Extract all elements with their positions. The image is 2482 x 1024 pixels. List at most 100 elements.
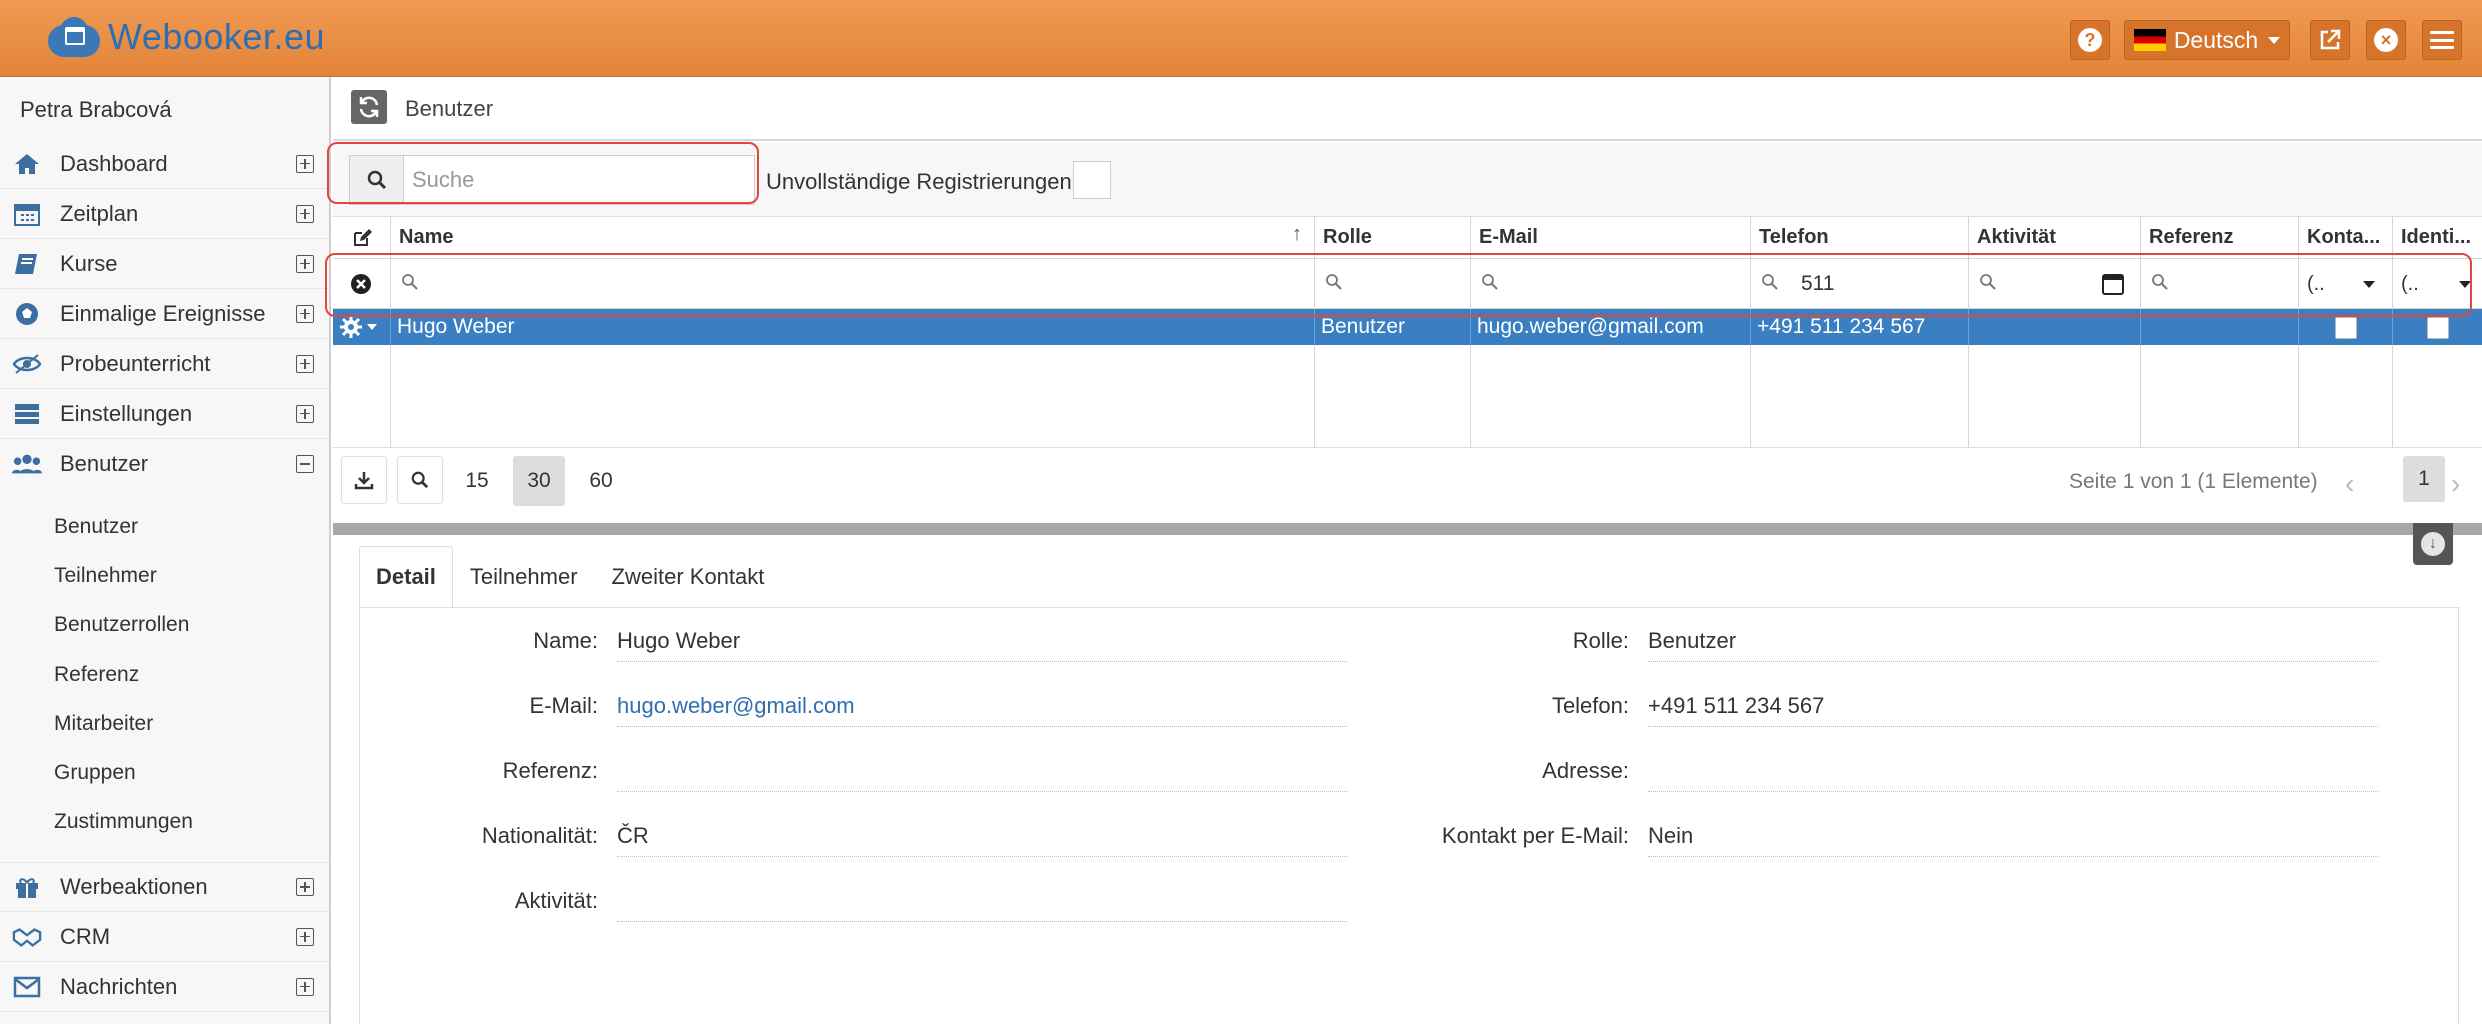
filter-identitaet-value: (.. bbox=[2401, 273, 2419, 295]
cell-name: Hugo Weber bbox=[391, 309, 1315, 345]
label-nationalitaet: Nationalität: bbox=[481, 823, 598, 848]
logo-text: Webooker.eu bbox=[108, 16, 325, 57]
refresh-button[interactable] bbox=[351, 90, 387, 124]
expand-icon[interactable] bbox=[296, 404, 314, 423]
sidebar-item-einstellungen[interactable]: Einstellungen bbox=[0, 389, 329, 439]
sidebar-item-benutzer[interactable]: Benutzer bbox=[0, 439, 329, 489]
sidebar-subitem-gruppen[interactable]: Gruppen bbox=[54, 761, 136, 785]
row-actions-menu[interactable] bbox=[333, 309, 391, 345]
search-icon bbox=[367, 170, 386, 190]
sidebar-item-nachrichten[interactable]: Nachrichten bbox=[0, 962, 329, 1012]
column-header-rolle[interactable]: Rolle bbox=[1315, 217, 1471, 259]
column-label: Rolle bbox=[1323, 226, 1372, 248]
cell-identitaet bbox=[2393, 309, 2482, 345]
clear-filter-icon[interactable] bbox=[349, 272, 373, 296]
expand-icon[interactable] bbox=[296, 304, 314, 323]
logo[interactable]: Webooker.eu bbox=[48, 16, 325, 58]
filter-email[interactable] bbox=[1471, 259, 1751, 309]
page-size-60[interactable]: 60 bbox=[575, 456, 627, 506]
sidebar-subitem-referenz[interactable]: Referenz bbox=[54, 663, 139, 687]
filter-referenz[interactable] bbox=[2141, 259, 2299, 309]
sidebar-subitem-benutzer[interactable]: Benutzer bbox=[54, 515, 138, 539]
tab-zweiter-kontakt[interactable]: Zweiter Kontakt bbox=[595, 546, 782, 608]
tab-teilnehmer[interactable]: Teilnehmer bbox=[453, 546, 595, 608]
column-header-name[interactable]: Name ↑ bbox=[391, 217, 1315, 259]
expand-icon[interactable] bbox=[296, 154, 314, 173]
sidebar-item-einmalige-ereignisse[interactable]: Einmalige Ereignisse bbox=[0, 289, 329, 339]
sidebar-subitem-mitarbeiter[interactable]: Mitarbeiter bbox=[54, 712, 153, 736]
help-button[interactable]: ? bbox=[2070, 20, 2110, 60]
table-row[interactable]: Hugo Weber Benutzer hugo.weber@gmail.com… bbox=[333, 309, 2482, 345]
expand-icon[interactable] bbox=[296, 204, 314, 223]
language-dropdown[interactable]: Deutsch bbox=[2124, 20, 2290, 60]
users-icon bbox=[12, 451, 42, 477]
grid-empty-area bbox=[391, 345, 1315, 447]
collapse-detail-button[interactable]: ↓ bbox=[2413, 523, 2453, 565]
clear-filter-cell bbox=[333, 259, 391, 309]
cloud-calendar-icon bbox=[48, 17, 100, 57]
sidebar-subitem-teilnehmer[interactable]: Teilnehmer bbox=[54, 564, 157, 588]
current-page[interactable]: 1 bbox=[2403, 456, 2445, 502]
value-email-link[interactable]: hugo.weber@gmail.com bbox=[617, 693, 1347, 727]
search-panel-button[interactable] bbox=[397, 456, 443, 504]
expand-icon[interactable] bbox=[296, 254, 314, 273]
envelope-icon bbox=[12, 974, 42, 1000]
sidebar-item-label: Benutzer bbox=[60, 451, 149, 476]
column-header-identitaet[interactable]: Identi... bbox=[2393, 217, 2482, 259]
expand-icon[interactable] bbox=[296, 354, 314, 373]
sidebar-item-crm[interactable]: CRM bbox=[0, 912, 329, 962]
column-label: Telefon bbox=[1759, 226, 1829, 248]
sidebar-item-kurse[interactable]: Kurse bbox=[0, 239, 329, 289]
filter-search-icon bbox=[1326, 274, 1342, 290]
column-header-telefon[interactable]: Telefon bbox=[1751, 217, 1969, 259]
sort-ascending-icon: ↑ bbox=[1292, 223, 1302, 245]
column-header-referenz[interactable]: Referenz bbox=[2141, 217, 2299, 259]
sidebar-item-dashboard[interactable]: Dashboard bbox=[0, 139, 329, 189]
value-kontakt-per-email: Nein bbox=[1648, 823, 2378, 857]
chevron-left-icon[interactable]: ‹ bbox=[2345, 468, 2354, 500]
kontakt-checkbox[interactable] bbox=[2335, 317, 2357, 339]
expand-icon[interactable] bbox=[296, 977, 314, 996]
menu-button[interactable] bbox=[2422, 20, 2462, 60]
collapse-icon[interactable] bbox=[296, 455, 314, 473]
column-header-aktivitaet[interactable]: Aktivität bbox=[1969, 217, 2141, 259]
search-input[interactable] bbox=[406, 156, 736, 204]
tab-detail[interactable]: Detail bbox=[359, 546, 453, 608]
filter-aktivitaet[interactable] bbox=[1969, 259, 2141, 309]
cell-rolle: Benutzer bbox=[1315, 309, 1471, 345]
export-button[interactable] bbox=[341, 456, 387, 504]
value-referenz bbox=[617, 758, 1347, 792]
filter-rolle[interactable] bbox=[1315, 259, 1471, 309]
calendar-icon[interactable] bbox=[2101, 272, 2125, 296]
label-email: E-Mail: bbox=[529, 693, 598, 718]
sidebar-subitem-zustimmungen[interactable]: Zustimmungen bbox=[54, 810, 193, 834]
splitter[interactable] bbox=[333, 523, 2482, 535]
column-header-email[interactable]: E-Mail bbox=[1471, 217, 1751, 259]
chevron-right-icon[interactable]: › bbox=[2451, 468, 2460, 500]
sidebar-subitem-benutzerrollen[interactable]: Benutzerrollen bbox=[54, 613, 189, 637]
value-rolle: Benutzer bbox=[1648, 628, 2378, 662]
page-size-15[interactable]: 15 bbox=[451, 456, 503, 506]
search-button[interactable] bbox=[350, 156, 404, 204]
incomplete-registrations-checkbox[interactable] bbox=[1073, 161, 1111, 199]
column-header-kontakt[interactable]: Konta... bbox=[2299, 217, 2393, 259]
expand-icon[interactable] bbox=[296, 878, 314, 896]
caret-down-icon bbox=[367, 324, 377, 330]
filter-name[interactable] bbox=[391, 259, 1315, 309]
filter-kontakt-dropdown[interactable]: (.. bbox=[2299, 259, 2393, 309]
filter-kontakt-value: (.. bbox=[2307, 273, 2325, 295]
sidebar-item-werbeaktionen[interactable]: Werbeaktionen bbox=[0, 862, 329, 912]
language-label: Deutsch bbox=[2173, 26, 2259, 53]
page-info: Seite 1 von 1 (1 Elemente) bbox=[2069, 470, 2318, 493]
identitaet-checkbox[interactable] bbox=[2427, 317, 2449, 339]
sidebar-item-probeunterricht[interactable]: Probeunterricht bbox=[0, 339, 329, 389]
filter-identitaet-dropdown[interactable]: (.. bbox=[2393, 259, 2482, 309]
sidebar-item-zeitplan[interactable]: Zeitplan bbox=[0, 189, 329, 239]
close-session-button[interactable]: × bbox=[2366, 20, 2406, 60]
label-adresse: Adresse: bbox=[1542, 758, 1629, 783]
expand-icon[interactable] bbox=[296, 927, 314, 946]
page-size-30[interactable]: 30 bbox=[513, 456, 565, 506]
edit-column-header[interactable] bbox=[333, 217, 391, 259]
external-link-button[interactable] bbox=[2310, 20, 2350, 60]
filter-telefon[interactable]: 511 bbox=[1751, 259, 1969, 309]
